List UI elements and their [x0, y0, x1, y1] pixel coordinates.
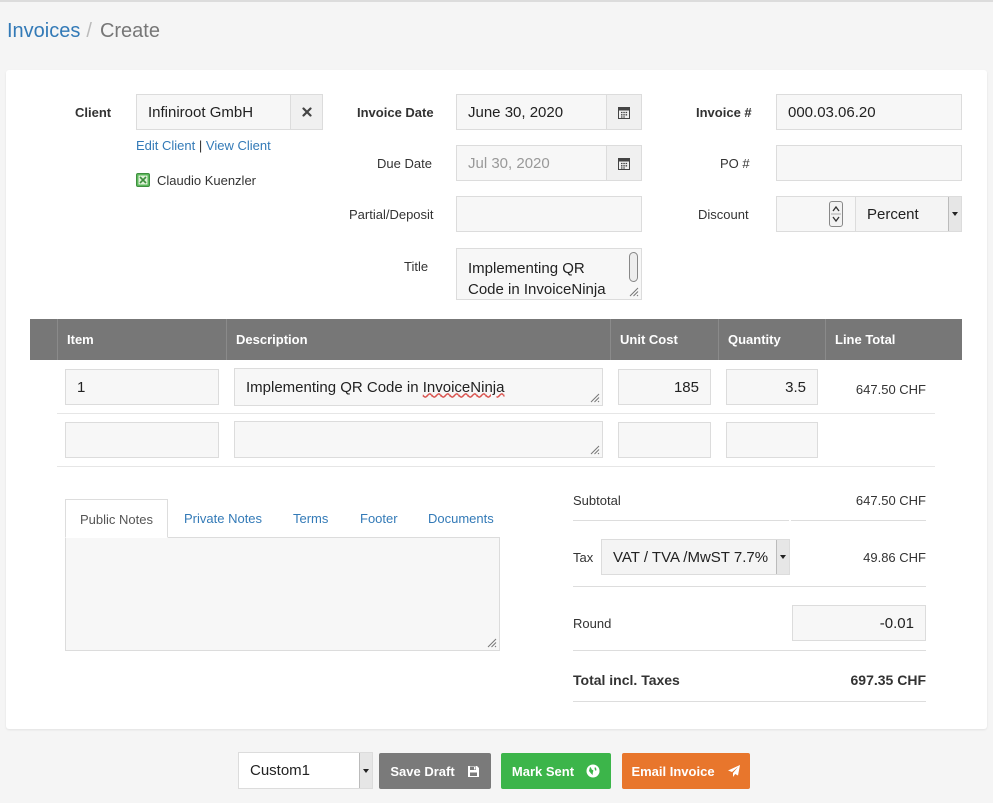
items-table-header: Item Description Unit Cost Quantity Line… — [30, 319, 962, 360]
description-text: Implementing QR Code in InvoiceNinja — [246, 378, 505, 396]
column-unit-cost: Unit Cost — [610, 319, 718, 360]
due-date-picker-button[interactable] — [606, 145, 642, 181]
floppy-disk-icon — [467, 765, 480, 778]
breadcrumb-invoices-link[interactable]: Invoices — [7, 20, 80, 42]
quantity-input-empty[interactable] — [726, 422, 818, 458]
column-description: Description — [226, 319, 611, 360]
client-links-divider: | — [198, 138, 203, 153]
row-divider — [57, 466, 935, 467]
client-label: Client — [75, 105, 112, 120]
po-number-input[interactable] — [776, 145, 962, 181]
invoice-number-input[interactable]: 000.03.06.20 — [776, 94, 962, 130]
totals-divider-gap — [789, 520, 791, 521]
breadcrumb-current: Create — [99, 20, 160, 42]
line-total-value: 647.50 CHF — [855, 382, 926, 397]
public-notes-textarea[interactable] — [65, 537, 500, 651]
total-label: Total incl. Taxes — [573, 672, 680, 688]
discount-type-select[interactable]: Percent — [855, 196, 962, 232]
title-label: Title — [404, 259, 429, 274]
tab-documents[interactable]: Documents — [428, 499, 494, 538]
contact-checkbox[interactable] — [136, 173, 150, 187]
description-textarea[interactable]: Implementing QR Code in InvoiceNinja — [234, 368, 603, 406]
tab-footer[interactable]: Footer — [360, 499, 398, 538]
discount-label: Discount — [698, 207, 749, 222]
notes-tabs: Public Notes Private Notes Terms Footer … — [65, 499, 500, 538]
tab-private-notes[interactable]: Private Notes — [184, 499, 262, 538]
view-client-link[interactable]: View Client — [206, 138, 271, 153]
mark-sent-label: Mark Sent — [511, 763, 575, 779]
tab-public-notes[interactable]: Public Notes — [65, 499, 168, 538]
tax-label: Tax — [573, 550, 594, 565]
email-invoice-label: Email Invoice — [631, 763, 715, 779]
discount-spinner[interactable] — [829, 201, 843, 227]
contact-name: Claudio Kuenzler — [157, 173, 257, 188]
po-number-label: PO # — [720, 156, 750, 171]
client-select[interactable]: Infiniroot GmbH — [136, 94, 291, 130]
invoice-design-select[interactable]: Custom1 — [238, 752, 373, 789]
row-divider — [57, 413, 935, 414]
client-links: Edit Client | View Client — [136, 138, 271, 153]
caret-down-icon — [776, 540, 789, 574]
totals-divider — [573, 650, 926, 651]
total-value: 697.35 CHF — [850, 672, 926, 688]
column-quantity: Quantity — [718, 319, 826, 360]
item-input-empty[interactable] — [65, 422, 219, 458]
subtotal-label: Subtotal — [573, 493, 621, 508]
resize-handle-icon[interactable] — [629, 287, 639, 297]
title-text: Implementing QR Code in InvoiceNinja — [468, 260, 606, 298]
description-textarea-empty[interactable] — [234, 421, 603, 458]
tax-select[interactable]: VAT / TVA /MwST 7.7% — [601, 539, 790, 575]
round-input[interactable]: -0.01 — [792, 605, 926, 641]
unit-cost-input[interactable]: 185 — [618, 369, 711, 405]
clear-client-button[interactable] — [290, 94, 323, 130]
column-item: Item — [57, 319, 227, 360]
calendar-icon — [618, 157, 630, 170]
mark-sent-button[interactable]: Mark Sent — [501, 753, 611, 789]
calendar-icon — [618, 106, 630, 119]
due-date-input[interactable]: Jul 30, 2020 — [456, 145, 607, 181]
due-date-label: Due Date — [377, 156, 432, 171]
quantity-input[interactable]: 3.5 — [726, 369, 818, 405]
email-invoice-button[interactable]: Email Invoice — [622, 753, 750, 789]
tab-terms[interactable]: Terms — [293, 499, 328, 538]
invoice-date-picker-button[interactable] — [606, 94, 642, 130]
edit-client-link[interactable]: Edit Client — [136, 138, 195, 153]
totals-divider — [573, 520, 926, 521]
totals-divider — [573, 586, 926, 587]
title-scrollbar[interactable] — [629, 252, 638, 282]
globe-icon — [586, 764, 600, 778]
resize-handle-icon[interactable] — [590, 445, 600, 455]
round-label: Round — [573, 616, 612, 631]
item-input[interactable]: 1 — [65, 369, 219, 405]
save-draft-label: Save Draft — [390, 763, 455, 779]
spinner-arrows-icon — [831, 205, 841, 223]
subtotal-value: 647.50 CHF — [855, 493, 926, 508]
partial-deposit-input[interactable] — [456, 196, 642, 232]
breadcrumb-separator: / — [86, 20, 92, 42]
column-line-total: Line Total — [825, 319, 962, 360]
tax-amount: 49.86 CHF — [863, 550, 926, 565]
caret-down-icon — [359, 753, 372, 788]
discount-type-value: Percent — [867, 205, 919, 223]
caret-down-icon — [948, 197, 961, 231]
tax-select-value: VAT / TVA /MwST 7.7% — [613, 548, 769, 566]
invoice-date-label: Invoice Date — [357, 105, 434, 120]
totals-divider — [573, 701, 926, 702]
invoice-design-value: Custom1 — [250, 762, 311, 779]
resize-handle-icon[interactable] — [590, 393, 600, 403]
discount-input[interactable] — [776, 196, 856, 232]
top-border — [0, 0, 993, 2]
save-draft-button[interactable]: Save Draft — [379, 753, 491, 789]
invoice-date-input[interactable]: June 30, 2020 — [456, 94, 607, 130]
title-textarea[interactable]: Implementing QR Code in InvoiceNinja — [456, 248, 642, 300]
paper-plane-icon — [727, 764, 741, 778]
partial-deposit-label: Partial/Deposit — [349, 207, 434, 222]
breadcrumb: Invoices / Create — [7, 20, 160, 43]
checkbox-icon — [136, 173, 150, 187]
close-icon — [301, 107, 312, 117]
invoice-number-label: Invoice # — [696, 105, 752, 120]
resize-handle-icon[interactable] — [487, 638, 497, 648]
unit-cost-input-empty[interactable] — [618, 422, 711, 458]
